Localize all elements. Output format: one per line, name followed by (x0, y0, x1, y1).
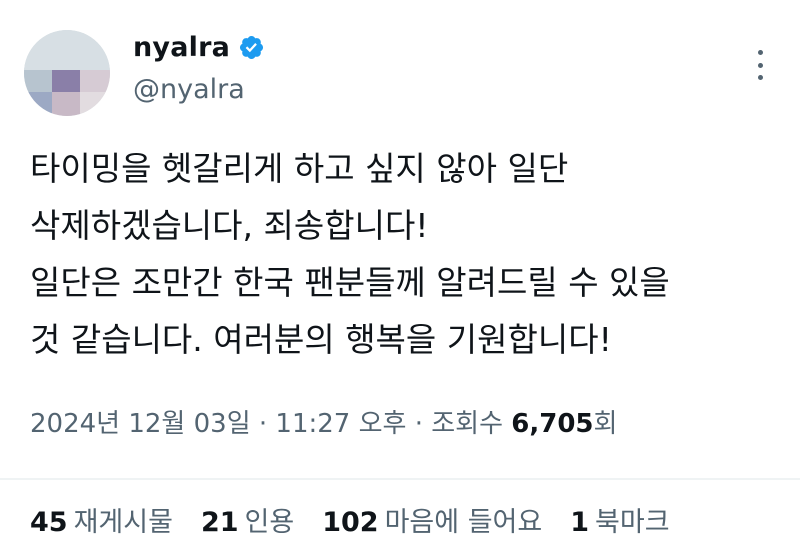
tweet-text: 타이밍을 헷갈리게 하고 싶지 않아 일단 삭제하겠습니다, 죄송합니다! 일단… (30, 149, 670, 359)
stat-count: 102 (322, 507, 379, 538)
stat-count: 1 (570, 507, 590, 538)
view-count: 6,705 (511, 409, 594, 439)
author-name-row[interactable]: nyalra (133, 32, 265, 63)
avatar[interactable] (24, 30, 110, 116)
view-suffix: 회 (593, 409, 618, 439)
verified-badge-icon (240, 35, 264, 60)
tweet-meta: 2024년 12월 03일 · 11:27 오후 · 조회수 6,705회 (30, 403, 617, 440)
stat-label: 북마크 (595, 507, 670, 538)
stat-bookmarks[interactable]: 1 북마크 (570, 500, 669, 539)
more-options-icon[interactable] (752, 50, 768, 80)
stat-likes[interactable]: 102 마음에 들어요 (322, 500, 542, 539)
author-handle[interactable]: @nyalra (133, 74, 245, 105)
engagement-stats: 45 재게시물 21 인용 102 마음에 들어요 1 북마크 (30, 500, 670, 539)
timestamp[interactable]: 2024년 12월 03일 · 11:27 오후 · 조회수 (30, 409, 511, 439)
stat-label: 인용 (244, 507, 295, 538)
divider (0, 478, 800, 480)
stat-reposts[interactable]: 45 재게시물 (30, 500, 173, 539)
stat-label: 마음에 들어요 (384, 507, 543, 538)
stat-count: 21 (200, 507, 239, 538)
stat-label: 재게시물 (73, 507, 173, 538)
stat-quotes[interactable]: 21 인용 (201, 500, 294, 539)
stat-count: 45 (30, 507, 68, 538)
display-name[interactable]: nyalra (133, 32, 230, 63)
